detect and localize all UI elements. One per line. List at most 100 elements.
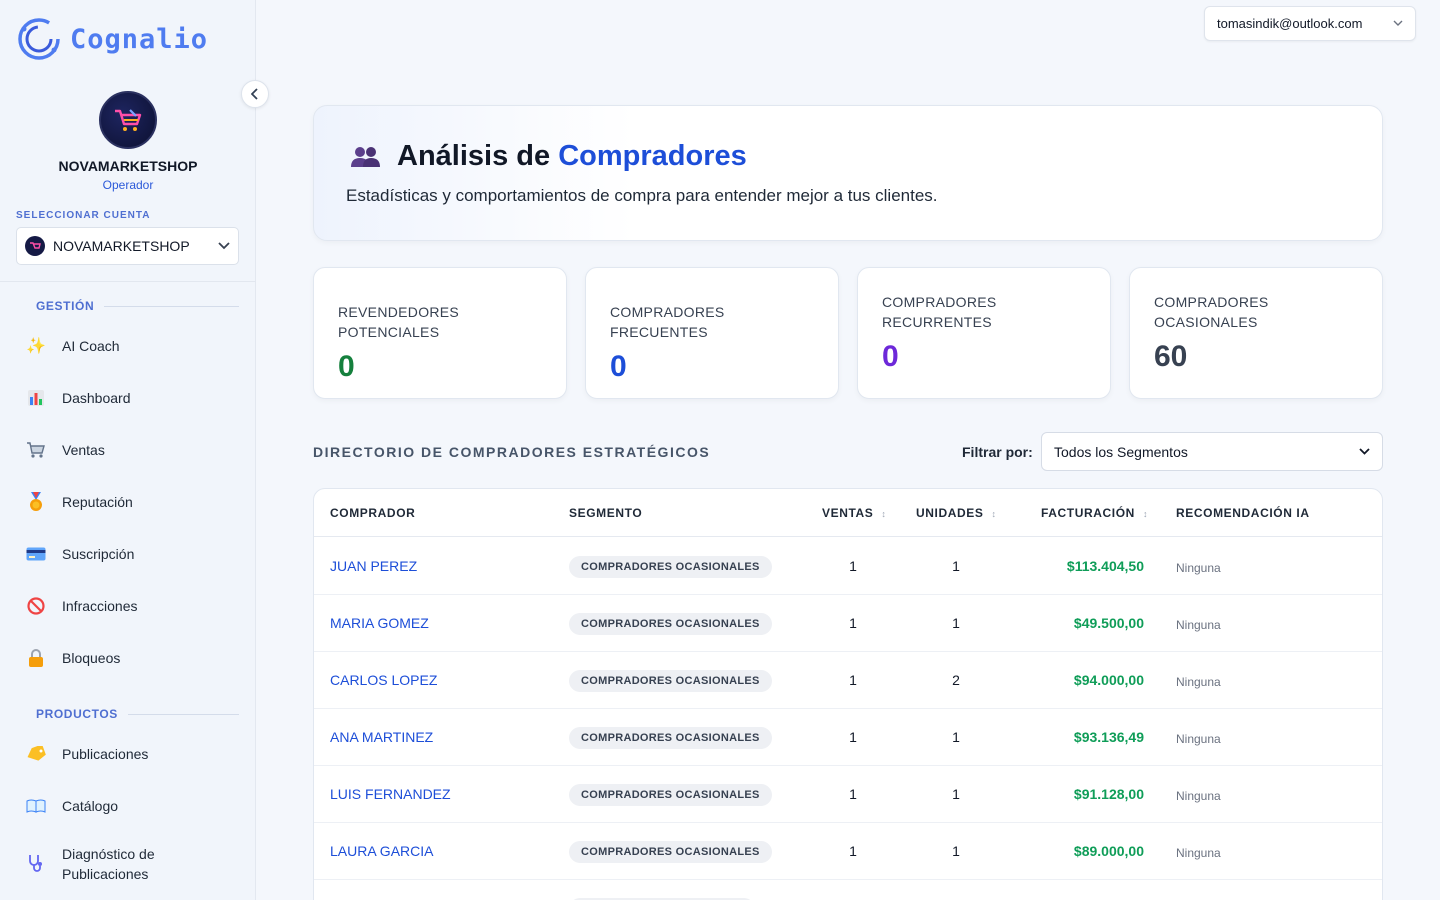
sidebar-item-infracciones[interactable]: Infracciones bbox=[26, 596, 137, 616]
facturacion-value: $93.136,49 bbox=[1073, 729, 1144, 745]
col-recomendacion[interactable]: RECOMENDACIÓN IA bbox=[1176, 506, 1310, 520]
sidebar-item-label: Ventas bbox=[62, 442, 105, 458]
stethoscope-icon bbox=[26, 854, 46, 874]
stat-value: 0 bbox=[338, 350, 355, 383]
table-row-partial bbox=[314, 880, 1382, 900]
sidebar-item-label: AI Coach bbox=[62, 338, 120, 354]
buyers-table: COMPRADOR SEGMENTO VENTAS ↕ UNIDADES ↕ FAC… bbox=[313, 488, 1383, 900]
account-name: NOVAMARKETSHOP bbox=[58, 158, 198, 174]
chevron-left-icon bbox=[251, 88, 258, 100]
select-account-label: SELECCIONAR CUENTA bbox=[16, 210, 151, 221]
table-row: ANA MARTINEZ COMPRADORES OCASIONALES 1 1… bbox=[314, 709, 1382, 766]
buyer-link[interactable]: LAURA GARCIA bbox=[330, 843, 433, 859]
sidebar: Cognalio NOVAMARKETSHOP Operador SELECCI… bbox=[0, 0, 256, 900]
table-row: CARLOS LOPEZ COMPRADORES OCASIONALES 1 2… bbox=[314, 652, 1382, 709]
stat-label: COMPRADORES RECURRENTES bbox=[882, 294, 997, 330]
sidebar-collapse-button[interactable] bbox=[241, 80, 269, 108]
sidebar-item-ai-coach[interactable]: ✨ AI Coach bbox=[26, 336, 120, 356]
brand-logo[interactable]: Cognalio bbox=[16, 16, 208, 62]
recommendation-value: Ninguna bbox=[1176, 675, 1221, 689]
col-unidades[interactable]: UNIDADES ↕ bbox=[916, 506, 997, 520]
page-subtitle: Estadísticas y comportamientos de compra… bbox=[346, 186, 938, 205]
unidades-value: 1 bbox=[952, 729, 960, 745]
unidades-value: 1 bbox=[952, 843, 960, 859]
col-ventas[interactable]: VENTAS ↕ bbox=[822, 506, 887, 520]
account-select-value: NOVAMARKETSHOP bbox=[53, 238, 190, 254]
sidebar-item-dashboard[interactable]: Dashboard bbox=[26, 388, 131, 408]
section-gestion: GESTIÓN bbox=[16, 299, 239, 313]
user-email: tomasindik@outlook.com bbox=[1217, 16, 1363, 31]
logo-ring-icon bbox=[18, 18, 60, 60]
col-segmento[interactable]: SEGMENTO bbox=[569, 506, 642, 520]
directory-title: DIRECTORIO DE COMPRADORES ESTRATÉGICOS bbox=[313, 444, 711, 460]
brand-name: Cognalio bbox=[70, 23, 209, 55]
stat-label: COMPRADORES FRECUENTES bbox=[610, 304, 725, 340]
section-label: GESTIÓN bbox=[36, 299, 95, 313]
stat-card-frecuentes: COMPRADORES FRECUENTES 0 bbox=[585, 267, 839, 399]
stat-card-recurrentes: COMPRADORES RECURRENTES 0 bbox=[857, 267, 1111, 399]
sidebar-item-label: Infracciones bbox=[62, 598, 138, 614]
sidebar-item-diagnostico[interactable]: Diagnóstico de Publicaciones bbox=[26, 844, 155, 884]
stat-value: 0 bbox=[882, 340, 899, 373]
facturacion-value: $89.000,00 bbox=[1073, 843, 1144, 859]
ventas-value: 1 bbox=[849, 843, 857, 859]
table-row: MARIA GOMEZ COMPRADORES OCASIONALES 1 1 … bbox=[314, 595, 1382, 652]
col-facturacion[interactable]: FACTURACIÓN ↕ bbox=[1041, 506, 1148, 520]
stat-value: 60 bbox=[1154, 340, 1188, 373]
segment-badge: COMPRADORES OCASIONALES bbox=[569, 727, 772, 749]
account-mini-avatar bbox=[25, 236, 45, 256]
stat-label: COMPRADORES OCASIONALES bbox=[1154, 294, 1269, 330]
shopping-cart-icon bbox=[26, 440, 46, 460]
table-header: COMPRADOR SEGMENTO VENTAS ↕ UNIDADES ↕ FAC… bbox=[314, 489, 1382, 537]
stat-card-revendedores: REVENDEDORES POTENCIALES 0 bbox=[313, 267, 567, 399]
sidebar-item-bloqueos[interactable]: Bloqueos bbox=[26, 648, 120, 668]
stat-label: REVENDEDORES POTENCIALES bbox=[338, 304, 460, 340]
sidebar-item-ventas[interactable]: Ventas bbox=[26, 440, 105, 460]
page-title-part2: Compradores bbox=[558, 140, 747, 172]
chevron-down-icon bbox=[218, 239, 230, 253]
buyer-link[interactable]: MARIA GOMEZ bbox=[330, 615, 429, 631]
page-title-part1: Análisis de bbox=[397, 140, 551, 172]
page-title: Análisis de Compradores bbox=[349, 140, 747, 173]
recommendation-value: Ninguna bbox=[1176, 561, 1221, 575]
bar-chart-icon bbox=[26, 388, 46, 408]
sort-icon: ↕ bbox=[991, 509, 997, 519]
account-avatar bbox=[99, 91, 157, 149]
recommendation-value: Ninguna bbox=[1176, 789, 1221, 803]
ventas-value: 1 bbox=[849, 672, 857, 688]
sidebar-item-reputacion[interactable]: Reputación bbox=[26, 492, 133, 512]
unidades-value: 1 bbox=[952, 786, 960, 802]
sidebar-item-label: Suscripción bbox=[62, 546, 135, 562]
section-label: PRODUCTOS bbox=[36, 707, 118, 721]
buyer-link[interactable]: JUAN PEREZ bbox=[330, 558, 417, 574]
col-comprador[interactable]: COMPRADOR bbox=[330, 506, 415, 520]
recommendation-value: Ninguna bbox=[1176, 846, 1221, 860]
ventas-value: 1 bbox=[849, 786, 857, 802]
sort-icon: ↕ bbox=[881, 509, 887, 519]
cart-icon bbox=[115, 109, 142, 131]
sidebar-item-suscripcion[interactable]: Suscripción bbox=[26, 544, 134, 564]
table-row: LAURA GARCIA COMPRADORES OCASIONALES 1 1… bbox=[314, 823, 1382, 880]
unidades-value: 1 bbox=[952, 615, 960, 631]
segment-badge: COMPRADORES OCASIONALES bbox=[569, 784, 772, 806]
chevron-down-icon bbox=[1359, 446, 1370, 458]
tag-icon bbox=[26, 744, 46, 764]
facturacion-value: $113.404,50 bbox=[1066, 558, 1144, 574]
ventas-value: 1 bbox=[849, 615, 857, 631]
sidebar-item-label: Dashboard bbox=[62, 390, 131, 406]
buyer-link[interactable]: ANA MARTINEZ bbox=[330, 729, 433, 745]
recommendation-value: Ninguna bbox=[1176, 732, 1221, 746]
segment-filter-value: Todos los Segmentos bbox=[1054, 443, 1188, 460]
segment-filter-select[interactable]: Todos los Segmentos bbox=[1041, 432, 1383, 471]
sidebar-item-publicaciones[interactable]: Publicaciones bbox=[26, 744, 148, 764]
stat-card-ocasionales: COMPRADORES OCASIONALES 60 bbox=[1129, 267, 1383, 399]
sidebar-item-label: Diagnóstico de Publicaciones bbox=[62, 846, 155, 882]
user-menu-button[interactable]: tomasindik@outlook.com bbox=[1204, 6, 1416, 41]
buyer-link[interactable]: CARLOS LOPEZ bbox=[330, 672, 437, 688]
chevron-down-icon bbox=[1393, 18, 1403, 29]
segment-badge: COMPRADORES OCASIONALES bbox=[569, 613, 772, 635]
sidebar-item-catalogo[interactable]: Catálogo bbox=[26, 796, 118, 816]
buyer-link[interactable]: LUIS FERNANDEZ bbox=[330, 786, 451, 802]
account-select[interactable]: NOVAMARKETSHOP bbox=[16, 227, 239, 265]
prohibited-icon bbox=[26, 596, 46, 616]
